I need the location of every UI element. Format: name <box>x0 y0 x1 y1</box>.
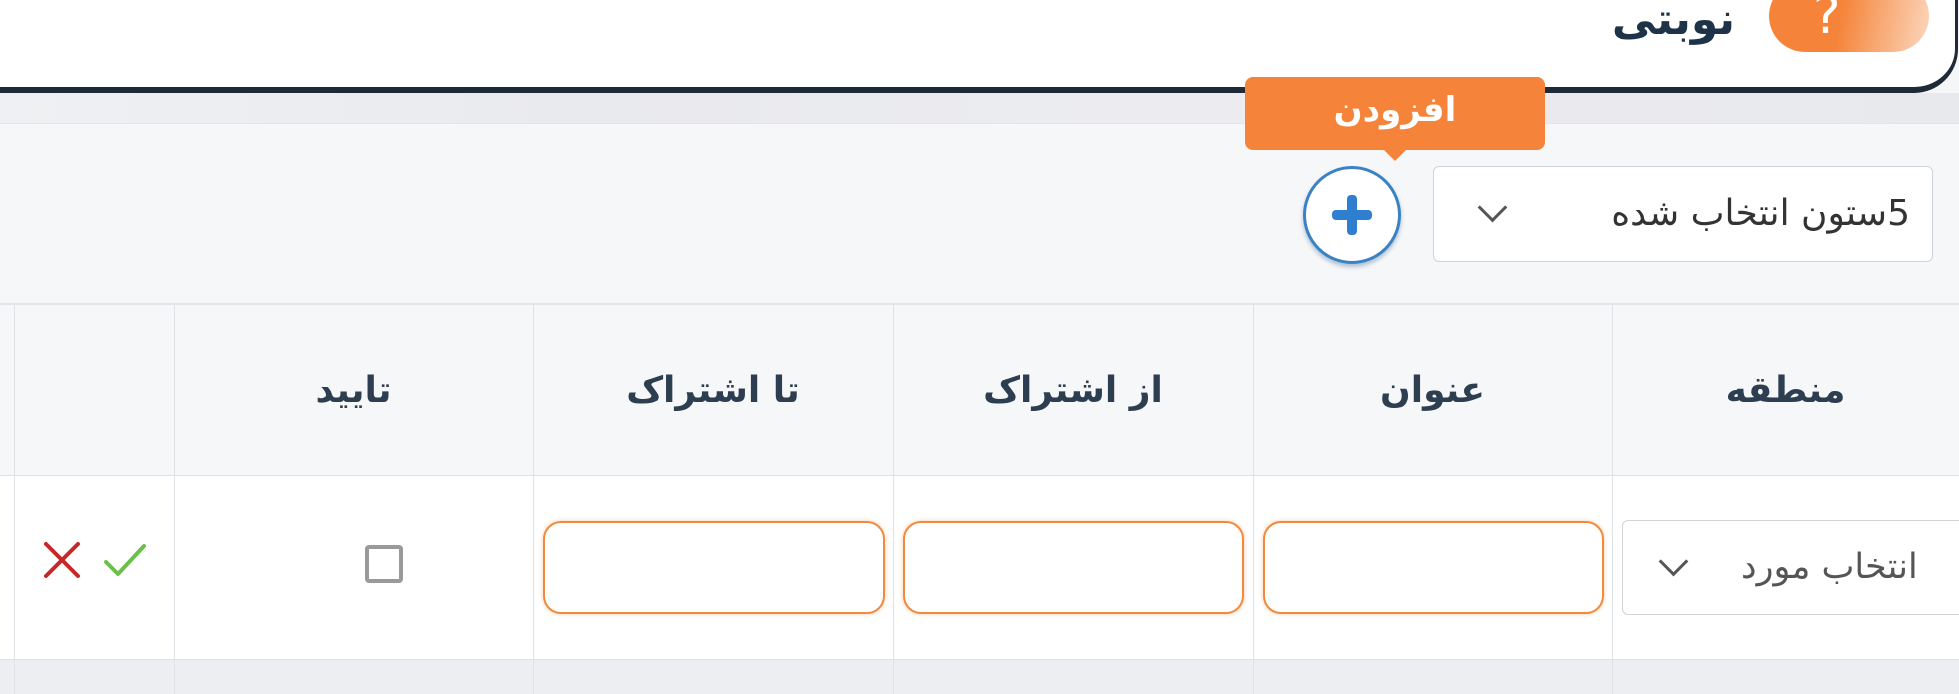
column-header-from-subscription[interactable]: از اشتراک <box>893 305 1253 476</box>
column-header-title[interactable]: عنوان <box>1253 305 1612 476</box>
column-select-value: 5ستون انتخاب شده <box>1611 193 1910 234</box>
to-subscription-input[interactable] <box>543 521 885 614</box>
add-button[interactable] <box>1303 166 1401 264</box>
column-select[interactable]: 5ستون انتخاب شده <box>1433 166 1933 262</box>
tooltip-arrow <box>1383 149 1407 161</box>
title-input[interactable] <box>1263 521 1604 614</box>
chevron-down-icon <box>1658 546 1689 577</box>
background-band <box>0 93 1959 123</box>
help-button[interactable]: ? <box>1769 0 1929 52</box>
close-icon[interactable] <box>40 538 84 582</box>
page-title: نوبتی <box>1611 0 1735 45</box>
chevron-down-icon <box>1477 192 1508 223</box>
question-icon: ? <box>1813 0 1841 46</box>
column-divider <box>14 305 15 694</box>
top-header: نوبتی ? <box>0 0 1958 93</box>
table-footer <box>0 660 1959 694</box>
column-header-approved[interactable]: تایید <box>174 305 533 476</box>
plus-icon-vertical <box>1347 195 1357 235</box>
column-header-region[interactable]: منطقه <box>1612 305 1959 476</box>
region-select[interactable]: انتخاب مورد <box>1622 520 1959 615</box>
region-select-placeholder: انتخاب مورد <box>1741 547 1918 587</box>
approved-checkbox[interactable] <box>365 545 403 583</box>
column-header-to-subscription[interactable]: تا اشتراک <box>533 305 893 476</box>
from-subscription-input[interactable] <box>903 521 1244 614</box>
check-icon[interactable] <box>100 538 150 584</box>
add-tooltip: افزودن <box>1245 77 1545 150</box>
